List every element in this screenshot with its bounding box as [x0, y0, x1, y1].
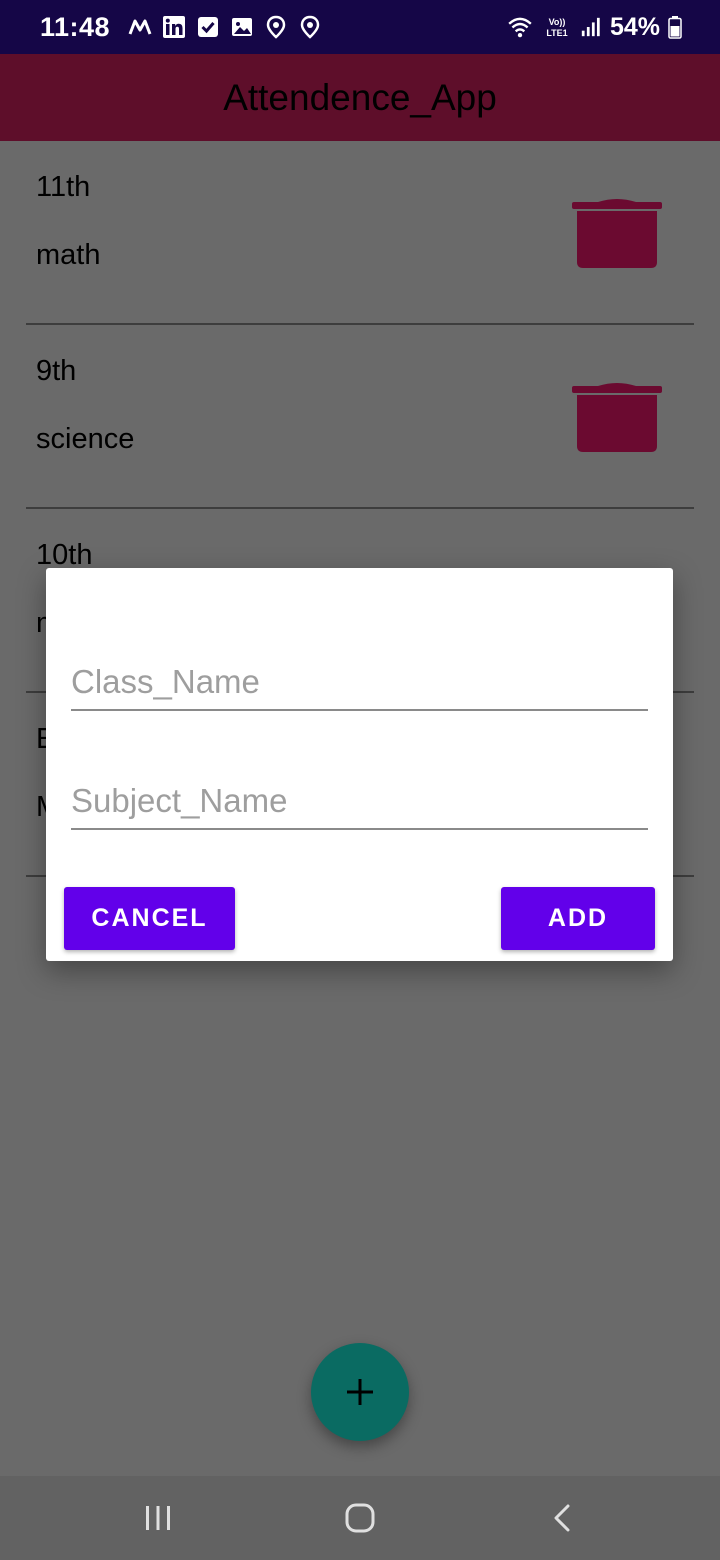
delete-icon[interactable]: [570, 199, 664, 269]
volte-lte-icon: Vo)) LTE1: [546, 17, 567, 38]
wifi-icon: [508, 17, 532, 38]
navigation-bar: [0, 1476, 720, 1560]
battery-icon: [668, 16, 682, 39]
class-name-label: 11th: [36, 171, 91, 203]
status-right: Vo)) LTE1 54%: [506, 13, 682, 42]
status-left: 11:48: [40, 12, 322, 43]
screen: 11:48 Vo)) LTE1 54% Attendence_App 11th …: [0, 0, 720, 1560]
svg-text:LTE1: LTE1: [546, 28, 567, 38]
add-fab-button[interactable]: [311, 1343, 409, 1441]
plus-icon: [347, 1379, 373, 1405]
delete-icon[interactable]: [570, 383, 664, 453]
signal-icon: [581, 17, 600, 37]
app-bar: Attendence_App: [0, 54, 720, 141]
svg-text:Vo)): Vo)): [549, 17, 566, 27]
list-item[interactable]: 9th science: [0, 325, 720, 509]
app-title: Attendence_App: [223, 76, 497, 118]
recents-icon[interactable]: [138, 1498, 178, 1538]
status-bar: 11:48 Vo)) LTE1 54%: [0, 0, 720, 54]
add-class-dialog: Class_Name Subject_Name CANCEL ADD: [46, 568, 673, 961]
m-app-icon: [128, 19, 152, 35]
home-icon[interactable]: [340, 1498, 380, 1538]
class-name-label: 9th: [36, 355, 77, 387]
status-time: 11:48: [40, 11, 111, 42]
subject-name-label: math: [36, 239, 101, 271]
checkbox-icon: [198, 17, 219, 37]
gallery-icon: [232, 18, 253, 36]
cancel-button[interactable]: CANCEL: [64, 887, 235, 950]
linkedin-icon: [163, 16, 186, 38]
battery-percentage: 54%: [609, 12, 660, 41]
add-button[interactable]: ADD: [501, 887, 655, 950]
back-icon[interactable]: [542, 1498, 582, 1538]
notification-icons: [128, 15, 322, 39]
location-pin-icon: [300, 15, 320, 39]
location-pin-icon: [266, 15, 286, 39]
subject-name-field[interactable]: Subject_Name: [71, 782, 648, 830]
class-name-field[interactable]: Class_Name: [71, 663, 648, 711]
subject-name-label: science: [36, 423, 135, 455]
list-item[interactable]: 11th math: [0, 141, 720, 325]
